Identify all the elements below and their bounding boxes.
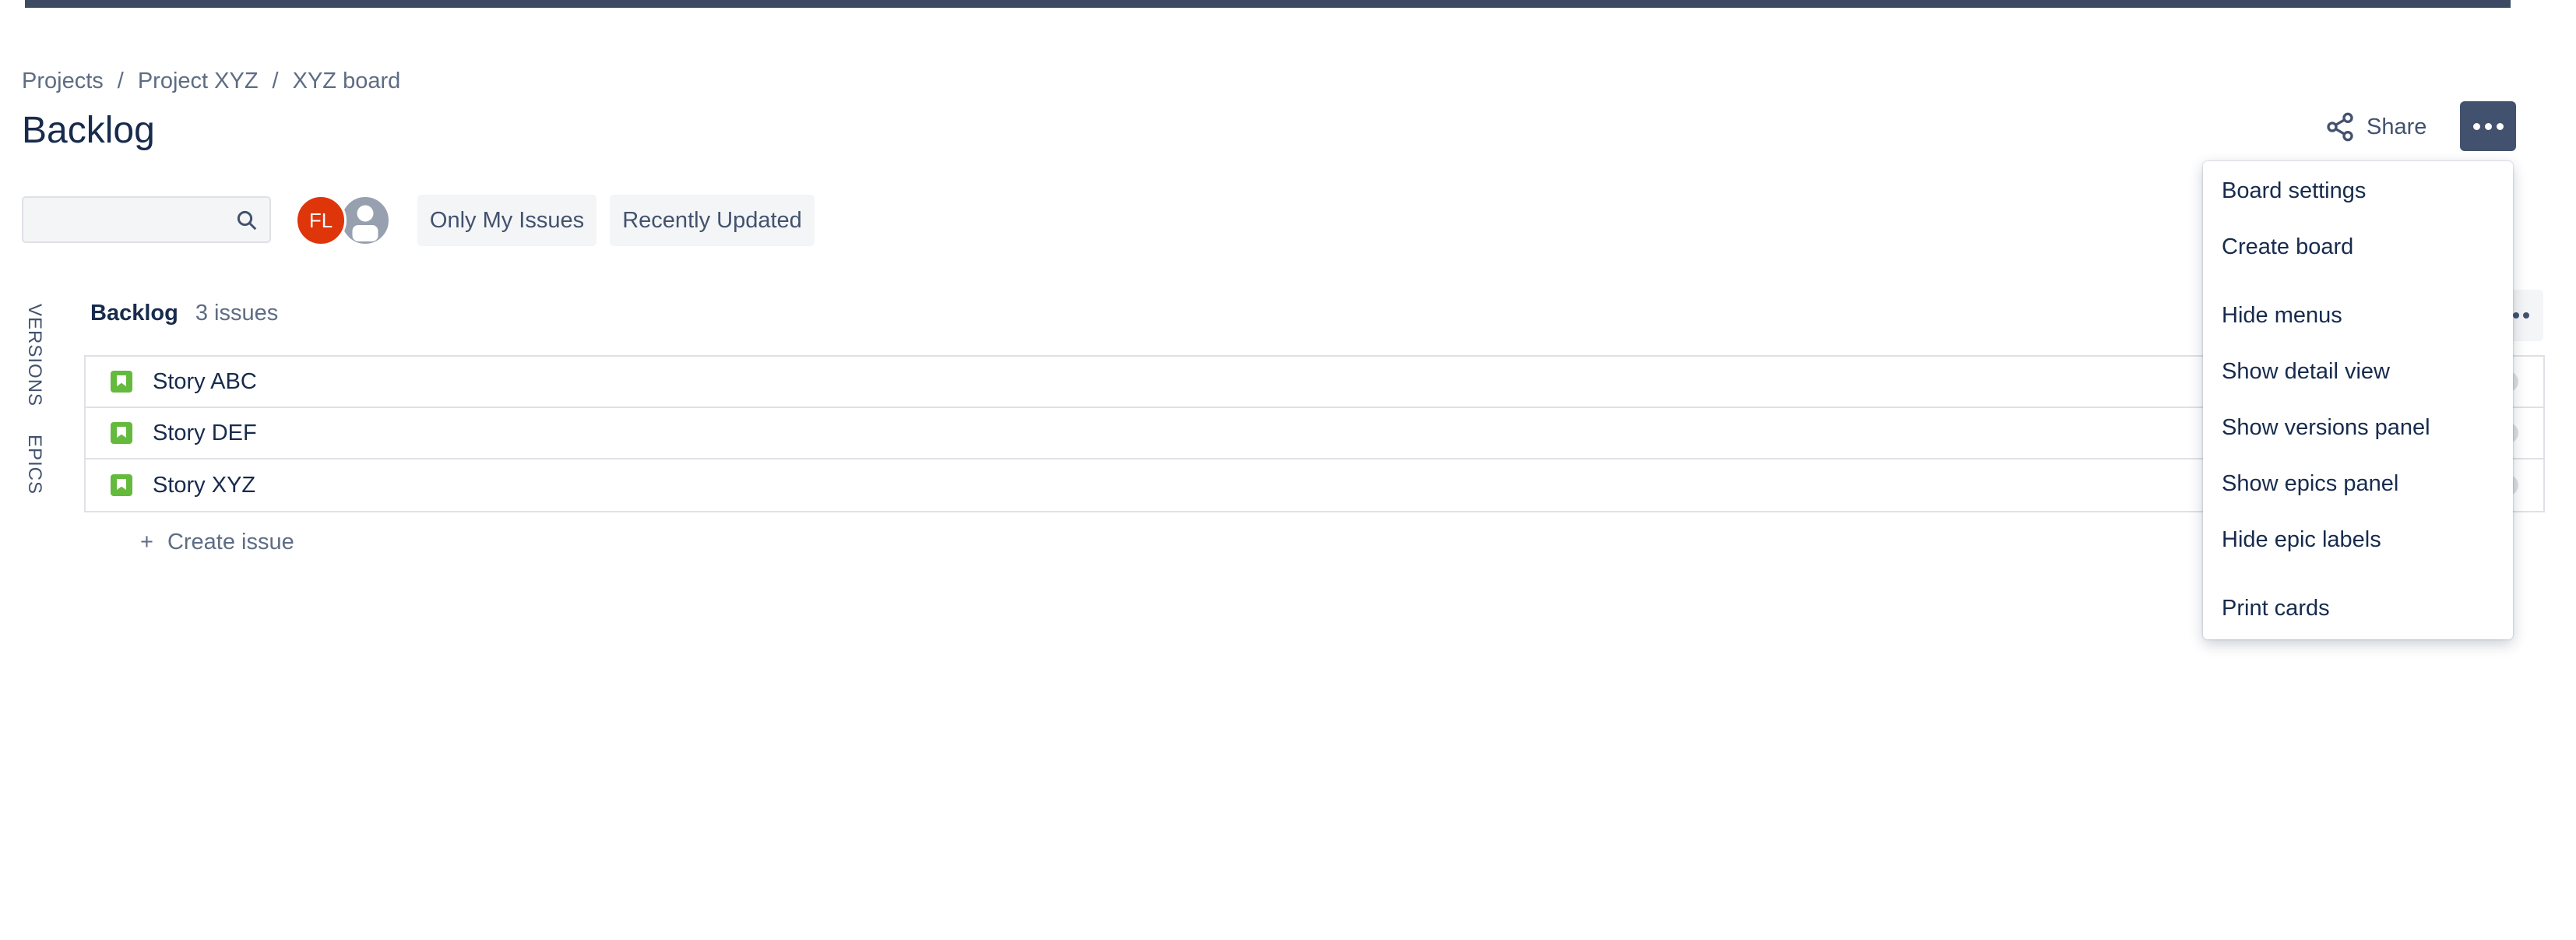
quick-filter-recently-updated[interactable]: Recently Updated — [610, 195, 815, 246]
user-avatar-icon — [352, 205, 378, 241]
board-actions-dropdown: Board settings Create board Hide menus S… — [2203, 161, 2513, 639]
search-input[interactable] — [31, 204, 226, 235]
tab-versions[interactable]: VERSIONS — [23, 304, 45, 407]
backlog-issue-list: Story ABC Story DEF Story XYZ — [84, 355, 2545, 512]
breadcrumb-projects[interactable]: Projects — [22, 69, 104, 94]
menu-item-board-settings[interactable]: Board settings — [2222, 178, 2366, 204]
menu-item-hide-menus[interactable]: Hide menus — [2222, 303, 2342, 329]
board-more-actions-button[interactable] — [2460, 101, 2516, 151]
search-icon[interactable] — [235, 209, 259, 232]
avatar-filter-fl[interactable]: FL — [295, 195, 347, 246]
page-title: Backlog — [22, 110, 155, 151]
issue-row[interactable]: Story DEF — [86, 408, 2543, 459]
plus-icon: + — [140, 530, 153, 554]
create-issue-label: Create issue — [167, 530, 294, 554]
breadcrumb-xyz-board[interactable]: XYZ board — [293, 69, 401, 94]
share-icon — [2327, 112, 2353, 142]
menu-item-show-versions-panel[interactable]: Show versions panel — [2222, 415, 2430, 441]
story-icon — [111, 474, 132, 496]
share-button[interactable]: Share — [2324, 105, 2433, 149]
tab-epics[interactable]: EPICS — [23, 435, 45, 495]
story-icon — [111, 422, 132, 444]
create-issue-button[interactable]: + Create issue — [140, 530, 294, 555]
menu-item-print-cards[interactable]: Print cards — [2222, 596, 2330, 621]
menu-item-hide-epic-labels[interactable]: Hide epic labels — [2222, 527, 2381, 553]
breadcrumb-separator: / — [117, 69, 124, 93]
backlog-header: Backlog 3 issues — [90, 301, 278, 326]
issue-row[interactable]: Story XYZ — [86, 459, 2543, 511]
search-field — [22, 196, 271, 243]
avatar-filter-user[interactable] — [340, 195, 391, 246]
top-navigation-bar — [25, 0, 2511, 8]
backlog-issue-count: 3 issues — [195, 301, 279, 326]
breadcrumb-separator: / — [272, 69, 279, 93]
issue-summary: Story DEF — [153, 420, 257, 445]
menu-item-create-board[interactable]: Create board — [2222, 234, 2353, 260]
quick-filter-only-my-issues[interactable]: Only My Issues — [417, 195, 596, 246]
share-button-label: Share — [2367, 114, 2427, 139]
breadcrumb-project-xyz[interactable]: Project XYZ — [138, 69, 259, 94]
backlog-label: Backlog — [90, 301, 178, 326]
menu-item-show-epics-panel[interactable]: Show epics panel — [2222, 471, 2398, 497]
issue-row[interactable]: Story ABC — [86, 357, 2543, 408]
story-icon — [111, 371, 132, 393]
more-horizontal-icon — [2472, 122, 2504, 130]
menu-item-show-detail-view[interactable]: Show detail view — [2222, 359, 2390, 385]
issue-summary: Story XYZ — [153, 472, 256, 498]
issue-summary: Story ABC — [153, 368, 257, 394]
breadcrumb: Projects / Project XYZ / XYZ board — [22, 69, 400, 94]
